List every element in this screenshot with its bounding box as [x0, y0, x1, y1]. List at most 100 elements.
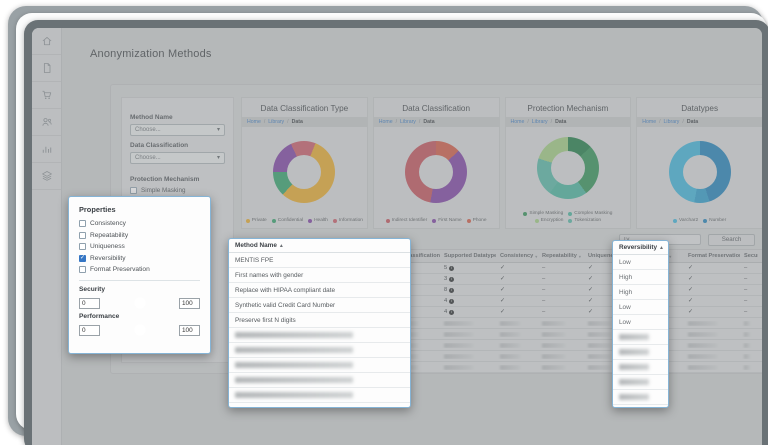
legend-label: Simple Masking: [529, 211, 563, 216]
property-consistency-checkbox[interactable]: [79, 220, 86, 227]
format-preservation-cell-value: ✓: [688, 276, 693, 282]
breadcrumb-link[interactable]: Library: [532, 119, 548, 125]
property-format-preservation-checkbox[interactable]: [79, 266, 86, 273]
reversibility-popup-row[interactable]: Low: [613, 255, 668, 270]
cart-nav-button[interactable]: [32, 82, 61, 109]
legend-item[interactable]: Simple Masking: [523, 211, 563, 216]
column-header-label: Format Preservation: [688, 253, 740, 259]
column-header-repeatability[interactable]: Repeatability▾: [538, 253, 584, 259]
legend-item[interactable]: Encryption: [535, 218, 564, 223]
method-popup-row[interactable]: Preserve first N digits: [229, 313, 410, 328]
users-nav-button[interactable]: [32, 109, 61, 136]
info-badge[interactable]: i: [449, 266, 454, 271]
consistency-cell-value: ✓: [500, 276, 505, 282]
column-header-supported-datatypes[interactable]: Supported Datatypes▾: [440, 253, 496, 259]
breadcrumb-link[interactable]: Home: [247, 119, 261, 125]
donut-chart[interactable]: [405, 141, 467, 203]
properties-popup: Properties ConsistencyRepeatabilityUniqu…: [68, 196, 211, 354]
legend-item[interactable]: Confidential: [272, 218, 303, 223]
legend-item[interactable]: First Name: [432, 218, 461, 223]
performance-slider: [79, 324, 200, 336]
donut-chart[interactable]: [273, 141, 335, 203]
redacted-bar: [588, 332, 611, 337]
legend-item[interactable]: Complex Masking: [568, 211, 612, 216]
performance-max-input[interactable]: [179, 325, 200, 336]
legend-item[interactable]: Private: [246, 218, 267, 223]
reversibility-popup-row[interactable]: Low: [613, 300, 668, 315]
legend-dot: [386, 219, 390, 223]
property-reversibility-checkbox[interactable]: ✓: [79, 255, 86, 262]
legend-item[interactable]: Indirect Identifier: [386, 218, 427, 223]
info-badge[interactable]: i: [449, 310, 454, 315]
reversibility-popup-row[interactable]: High: [613, 270, 668, 285]
legend-item[interactable]: Varchar2: [673, 218, 698, 223]
home-nav-button[interactable]: [32, 28, 61, 55]
security-min-input[interactable]: [79, 298, 100, 309]
legend-item[interactable]: Health: [308, 218, 328, 223]
method-popup-header[interactable]: Method Name ▲: [229, 239, 410, 253]
performance-slider-handle[interactable]: [134, 325, 145, 336]
column-header-format-preservation[interactable]: Format Preservation▾: [684, 253, 740, 259]
info-badge[interactable]: i: [449, 277, 454, 282]
breadcrumb-link[interactable]: Home: [642, 119, 656, 125]
supported-datatypes-cell: 4i: [440, 298, 496, 304]
donut-chart[interactable]: [669, 141, 731, 203]
layers-nav-button[interactable]: [32, 163, 61, 190]
redacted-bar: [744, 332, 750, 337]
breadcrumb-link[interactable]: Home: [379, 119, 393, 125]
consistency-cell: ✓: [496, 298, 538, 304]
property-uniqueness-label: Uniqueness: [90, 243, 125, 250]
security-cell: –: [740, 276, 758, 282]
performance-min-input[interactable]: [79, 325, 100, 336]
reversibility-popup-row[interactable]: High: [613, 285, 668, 300]
property-uniqueness-checkbox[interactable]: [79, 243, 86, 250]
method-popup-row[interactable]: First names with gender: [229, 268, 410, 283]
breadcrumb-link[interactable]: Library: [664, 119, 680, 125]
legend-item[interactable]: Information: [333, 218, 363, 223]
column-header-security[interactable]: Security▾: [740, 253, 758, 259]
data-classification-select[interactable]: Choose... ▾: [130, 152, 225, 164]
home-icon: [41, 35, 53, 47]
reversibility-popup-row-redacted: [613, 390, 668, 405]
search-button[interactable]: Search: [708, 234, 755, 246]
column-header-label: Supported Datatypes: [444, 253, 496, 259]
redacted-bar: [444, 321, 473, 326]
chart-nav-button[interactable]: [32, 136, 61, 163]
method-name-select[interactable]: Choose... ▾: [130, 124, 225, 136]
breadcrumb-link[interactable]: Library: [400, 119, 416, 125]
protection-option-checkbox[interactable]: [130, 187, 137, 194]
info-badge[interactable]: i: [449, 299, 454, 304]
method-popup-row[interactable]: Synthetic valid Credit Card Number: [229, 298, 410, 313]
reversibility-popup-header[interactable]: Reversibility ▲: [613, 241, 668, 255]
redacted-cell: [740, 354, 758, 359]
chart-panel: DatatypesHome/Library/DataVarchar2Number: [636, 97, 762, 229]
security-label: Security: [79, 286, 200, 293]
method-popup-row[interactable]: MENTIS FPE: [229, 253, 410, 268]
security-slider: [79, 297, 200, 309]
legend-dot: [272, 219, 276, 223]
redacted-bar: [235, 362, 353, 368]
method-popup-row-redacted: [229, 373, 410, 388]
reversibility-popup-row[interactable]: Low: [613, 315, 668, 330]
property-consistency-label: Consistency: [90, 220, 126, 227]
legend-item[interactable]: Tokenization: [568, 218, 601, 223]
uniqueness-cell-value: ✓: [588, 298, 593, 304]
breadcrumb-current: Data: [555, 119, 566, 125]
security-slider-handle[interactable]: [134, 298, 145, 309]
redacted-bar: [588, 343, 611, 348]
legend-label: Health: [314, 218, 328, 223]
property-repeatability-checkbox[interactable]: [79, 232, 86, 239]
donut-chart[interactable]: [537, 137, 599, 199]
reversibility-popup-row-redacted: [613, 345, 668, 360]
breadcrumb-link[interactable]: Home: [511, 119, 525, 125]
document-nav-button[interactable]: [32, 55, 61, 82]
repeatability-cell: –: [538, 276, 584, 282]
legend-item[interactable]: Phone: [467, 218, 487, 223]
security-max-input[interactable]: [179, 298, 200, 309]
repeatability-cell: –: [538, 265, 584, 271]
column-header-consistency[interactable]: Consistency▾: [496, 253, 538, 259]
breadcrumb-link[interactable]: Library: [268, 119, 284, 125]
info-badge[interactable]: i: [449, 288, 454, 293]
method-popup-row[interactable]: Replace with HIPAA compliant date: [229, 283, 410, 298]
legend-item[interactable]: Number: [703, 218, 726, 223]
